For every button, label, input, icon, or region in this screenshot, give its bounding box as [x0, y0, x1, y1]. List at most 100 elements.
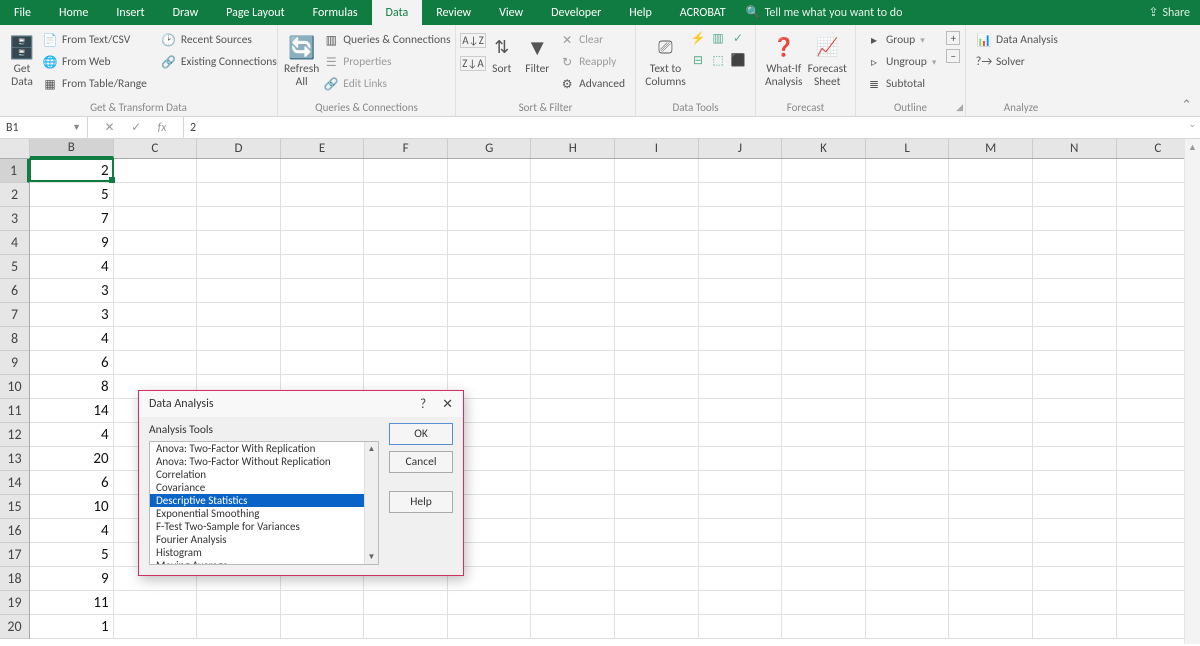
row-header-19[interactable]: 19	[0, 591, 29, 615]
cell[interactable]	[1033, 471, 1117, 495]
sort-descending-button[interactable]: Z↓A	[460, 56, 485, 71]
cell[interactable]	[866, 543, 950, 567]
cell[interactable]: 9	[30, 231, 114, 255]
cell[interactable]	[448, 255, 532, 279]
cell[interactable]	[281, 303, 365, 327]
fx-button[interactable]: fx	[158, 121, 167, 135]
cell[interactable]	[782, 543, 866, 567]
cell[interactable]: 4	[30, 423, 114, 447]
cell[interactable]	[448, 279, 532, 303]
cell[interactable]: 8	[30, 375, 114, 399]
cell[interactable]	[699, 207, 783, 231]
existing-connections-button[interactable]: 🔗Existing Connections	[157, 51, 281, 73]
cell[interactable]	[615, 471, 699, 495]
reapply-filter-button[interactable]: ↻Reapply	[555, 51, 629, 73]
menu-tab-file[interactable]: File	[0, 0, 45, 25]
cell[interactable]: 10	[30, 495, 114, 519]
cell[interactable]	[699, 447, 783, 471]
cell[interactable]	[364, 183, 448, 207]
cell[interactable]	[114, 591, 198, 615]
cell[interactable]	[782, 471, 866, 495]
menu-tab-view[interactable]: View	[485, 0, 537, 25]
cell[interactable]: 6	[30, 471, 114, 495]
cell[interactable]	[531, 303, 615, 327]
cell[interactable]	[197, 351, 281, 375]
cell[interactable]	[699, 543, 783, 567]
advanced-filter-button[interactable]: ⚙Advanced	[555, 73, 629, 95]
cell[interactable]: 20	[30, 447, 114, 471]
cell[interactable]	[448, 183, 532, 207]
cell[interactable]	[114, 255, 198, 279]
column-header-G[interactable]: G	[448, 139, 532, 158]
analysis-tool-item[interactable]: Histogram	[150, 546, 378, 559]
cell[interactable]	[866, 207, 950, 231]
cell[interactable]	[531, 519, 615, 543]
cell[interactable]	[782, 279, 866, 303]
ungroup-button[interactable]: ▹Ungroup▾	[862, 51, 940, 73]
recent-sources-button[interactable]: 🕑Recent Sources	[157, 29, 281, 51]
cell[interactable]	[699, 303, 783, 327]
cell[interactable]: 4	[30, 519, 114, 543]
column-header-L[interactable]: L	[866, 139, 950, 158]
share-button[interactable]: ⇪Share	[1138, 0, 1200, 25]
cell[interactable]	[281, 207, 365, 231]
column-header-F[interactable]: F	[364, 139, 448, 158]
cell[interactable]	[531, 471, 615, 495]
from-text-csv-button[interactable]: 📄From Text/CSV	[38, 29, 151, 51]
cell[interactable]	[782, 591, 866, 615]
cell[interactable]	[782, 255, 866, 279]
cell[interactable]	[949, 351, 1033, 375]
outline-expand-button[interactable]: +	[946, 31, 960, 45]
cell[interactable]	[782, 447, 866, 471]
cell[interactable]	[782, 183, 866, 207]
cell[interactable]	[866, 231, 950, 255]
cell[interactable]	[699, 375, 783, 399]
cell[interactable]	[949, 615, 1033, 639]
analysis-tools-listbox[interactable]: Anova: Two-Factor With ReplicationAnova:…	[149, 441, 379, 565]
cell[interactable]	[866, 159, 950, 183]
cell[interactable]	[782, 423, 866, 447]
cell[interactable]	[1033, 495, 1117, 519]
cell[interactable]	[615, 207, 699, 231]
data-tool-button-2[interactable]: ✓	[729, 29, 747, 47]
cell[interactable]	[1033, 543, 1117, 567]
cell[interactable]	[699, 399, 783, 423]
cell[interactable]	[531, 231, 615, 255]
data-tool-button-4[interactable]: ⬚	[709, 51, 727, 69]
cell[interactable]	[364, 327, 448, 351]
cell[interactable]	[949, 471, 1033, 495]
cell[interactable]	[197, 327, 281, 351]
cell[interactable]	[949, 327, 1033, 351]
cell[interactable]	[531, 255, 615, 279]
cell[interactable]	[866, 471, 950, 495]
row-header-17[interactable]: 17	[0, 543, 29, 567]
cell[interactable]	[114, 207, 198, 231]
cell[interactable]	[699, 423, 783, 447]
row-header-10[interactable]: 10	[0, 375, 29, 399]
cell[interactable]: 14	[30, 399, 114, 423]
cell[interactable]	[281, 591, 365, 615]
cell[interactable]	[281, 279, 365, 303]
cell[interactable]	[197, 159, 281, 183]
cell[interactable]	[364, 615, 448, 639]
analysis-tool-item[interactable]: Correlation	[150, 468, 378, 481]
column-header-D[interactable]: D	[197, 139, 281, 158]
cell[interactable]	[615, 567, 699, 591]
cell[interactable]	[949, 543, 1033, 567]
cell[interactable]	[949, 303, 1033, 327]
cell[interactable]	[1033, 591, 1117, 615]
cell[interactable]	[615, 543, 699, 567]
cell[interactable]: 4	[30, 327, 114, 351]
vertical-scrollbar[interactable]: ▲	[1184, 139, 1200, 644]
cell[interactable]	[531, 567, 615, 591]
cell[interactable]	[114, 183, 198, 207]
analysis-tool-item[interactable]: Moving Average	[150, 559, 378, 565]
cell[interactable]	[448, 351, 532, 375]
cell[interactable]	[615, 447, 699, 471]
cell[interactable]	[197, 255, 281, 279]
cell[interactable]	[699, 591, 783, 615]
cell[interactable]	[531, 399, 615, 423]
cell[interactable]	[866, 615, 950, 639]
data-tool-button-3[interactable]: ⊟	[689, 51, 707, 69]
cell[interactable]	[699, 279, 783, 303]
